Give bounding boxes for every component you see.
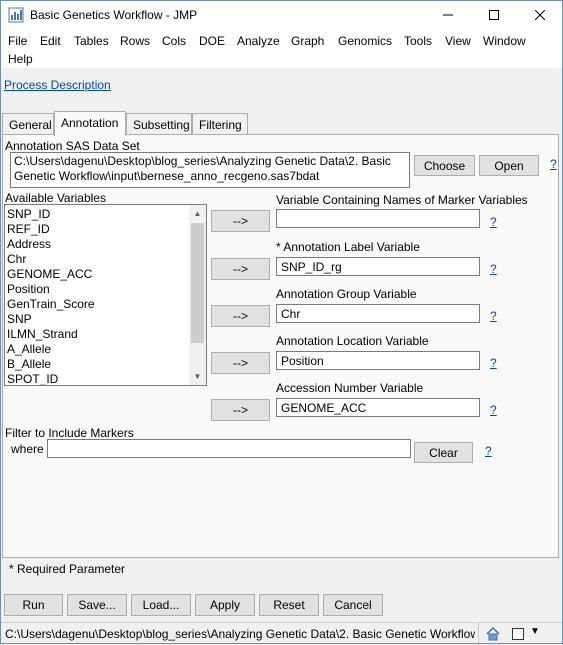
menu-rows[interactable]: Rows (120, 34, 150, 48)
list-item[interactable]: B_Allele (5, 357, 206, 372)
add-marker-names-button[interactable]: --> (211, 210, 270, 232)
jmp-app-icon (8, 7, 24, 23)
list-item[interactable]: SNP (5, 312, 206, 327)
list-item[interactable]: GenTrain_Score (5, 297, 206, 312)
add-location-variable-button[interactable]: --> (211, 352, 270, 374)
list-item[interactable]: Position (5, 282, 206, 297)
where-label: where (11, 442, 44, 456)
open-button[interactable]: Open (479, 155, 539, 176)
menu-edit[interactable]: Edit (40, 34, 61, 48)
save-button[interactable]: Save... (67, 594, 127, 616)
menu-graph[interactable]: Graph (291, 34, 324, 48)
available-variables-list[interactable]: SNP_ID REF_ID Address Chr GENOME_ACC Position… (4, 204, 207, 386)
add-accession-variable-button[interactable]: --> (211, 399, 270, 421)
scroll-up-icon[interactable]: ▲ (189, 205, 206, 222)
menu-cols[interactable]: Cols (162, 34, 186, 48)
accession-variable-field[interactable]: GENOME_ACC (276, 398, 480, 417)
list-item[interactable]: Address (5, 237, 206, 252)
reset-button[interactable]: Reset (259, 594, 319, 616)
accession-variable-label: Accession Number Variable (276, 381, 424, 395)
maximize-icon (489, 10, 499, 20)
marker-names-field[interactable] (276, 209, 480, 228)
menu-tables[interactable]: Tables (74, 34, 109, 48)
annotation-dataset-path[interactable]: C:\Users\dagenu\Desktop\blog_series\Anal… (10, 152, 410, 188)
load-button[interactable]: Load... (131, 594, 191, 616)
add-group-variable-button[interactable]: --> (211, 305, 270, 327)
list-scrollbar[interactable]: ▲ ▼ (189, 205, 206, 385)
list-item[interactable]: SNP_ID (5, 207, 206, 222)
required-parameter-note: * Required Parameter (9, 562, 126, 576)
group-variable-label: Annotation Group Variable (276, 287, 417, 301)
window-title: Basic Genetics Workflow - JMP (30, 8, 198, 22)
minimize-button[interactable] (425, 0, 471, 30)
accession-variable-help-link[interactable]: ? (490, 403, 497, 417)
tab-general[interactable]: General (2, 113, 54, 135)
menu-file[interactable]: File (8, 34, 27, 48)
menu-help[interactable]: Help (8, 52, 33, 66)
filter-where-field[interactable] (47, 439, 411, 458)
home-icon[interactable] (486, 627, 500, 641)
menu-bar: File Edit Tables Rows Cols DOE Analyze G… (0, 30, 563, 68)
window-list-dropdown-icon[interactable]: ▼ (530, 626, 540, 637)
window-list-icon[interactable] (511, 627, 525, 641)
menu-view[interactable]: View (445, 34, 471, 48)
list-item[interactable]: REF_ID (5, 222, 206, 237)
menu-tools[interactable]: Tools (404, 34, 432, 48)
annotation-dataset-label: Annotation SAS Data Set (5, 139, 140, 153)
run-button[interactable]: Run (4, 594, 63, 616)
annotation-dataset-help-link[interactable]: ? (550, 157, 557, 171)
close-button[interactable] (517, 0, 563, 30)
marker-names-label: Variable Containing Names of Marker Vari… (276, 193, 528, 207)
list-item[interactable]: A_Allele (5, 342, 206, 357)
minimize-icon (443, 14, 453, 16)
apply-button[interactable]: Apply (195, 594, 255, 616)
scroll-down-icon[interactable]: ▼ (189, 368, 206, 385)
status-path: C:\Users\dagenu\Desktop\blog_series\Anal… (5, 627, 475, 641)
location-variable-label: Annotation Location Variable (276, 334, 429, 348)
label-variable-field[interactable]: SNP_ID_rg (276, 257, 480, 276)
list-item[interactable]: ILMN_Strand (5, 327, 206, 342)
title-bar: Basic Genetics Workflow - JMP (0, 0, 563, 30)
close-icon (535, 10, 545, 20)
scroll-thumb[interactable] (191, 223, 204, 343)
tab-annotation[interactable]: Annotation (54, 111, 126, 136)
menu-analyze[interactable]: Analyze (237, 34, 280, 48)
menu-window[interactable]: Window (483, 34, 526, 48)
add-label-variable-button[interactable]: --> (211, 258, 270, 280)
label-variable-help-link[interactable]: ? (490, 262, 497, 276)
list-item[interactable]: Chr (5, 252, 206, 267)
process-description-link[interactable]: Process Description (4, 78, 111, 92)
group-variable-help-link[interactable]: ? (490, 309, 497, 323)
filter-help-link[interactable]: ? (485, 444, 492, 458)
clear-button[interactable]: Clear (414, 442, 473, 463)
tab-filtering[interactable]: Filtering (192, 113, 248, 135)
label-variable-label: * Annotation Label Variable (276, 240, 420, 254)
location-variable-field[interactable]: Position (276, 351, 480, 370)
menu-doe[interactable]: DOE (199, 34, 225, 48)
location-variable-help-link[interactable]: ? (490, 356, 497, 370)
cancel-button[interactable]: Cancel (323, 594, 383, 616)
list-item[interactable]: SPOT_ID (5, 372, 206, 385)
status-bar: C:\Users\dagenu\Desktop\blog_series\Anal… (0, 622, 563, 645)
group-variable-field[interactable]: Chr (276, 304, 480, 323)
choose-button[interactable]: Choose (414, 155, 475, 176)
list-item[interactable]: GENOME_ACC (5, 267, 206, 282)
filter-label: Filter to Include Markers (5, 426, 134, 440)
available-variables-label: Available Variables (5, 191, 106, 205)
marker-names-help-link[interactable]: ? (490, 215, 497, 229)
menu-genomics[interactable]: Genomics (338, 34, 392, 48)
maximize-button[interactable] (471, 0, 517, 30)
status-divider (478, 623, 479, 645)
tab-subsetting[interactable]: Subsetting (126, 113, 192, 135)
